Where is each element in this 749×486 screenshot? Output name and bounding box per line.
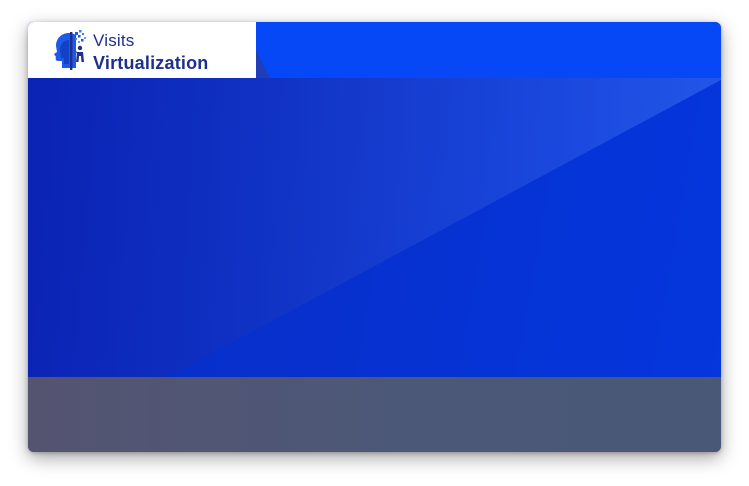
- hero-card: Visits Virtualization: [28, 22, 721, 452]
- logo[interactable]: Visits Virtualization: [28, 22, 256, 78]
- footer-band: [28, 377, 721, 452]
- hero-banner: [28, 78, 721, 377]
- logo-title-line1: Visits: [93, 31, 135, 50]
- logo-title-line2: Virtualization: [93, 53, 209, 73]
- head-profile-icon: [54, 30, 86, 70]
- hero-diagonal-shine: [28, 78, 721, 377]
